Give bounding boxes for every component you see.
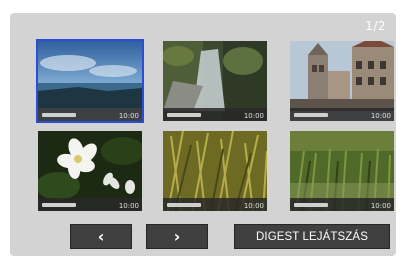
thumbnail-time: 10:00: [370, 112, 391, 120]
thumbnail-1[interactable]: 10:00: [36, 39, 144, 123]
digest-playback-label: DIGEST LEJÁTSZÁS: [256, 230, 368, 243]
date-label: [294, 113, 328, 117]
date-label: [42, 203, 76, 207]
thumbnail-4[interactable]: 10:00: [38, 131, 142, 211]
thumbnail-info-bar: 10:00: [38, 198, 142, 211]
chevron-left-icon: ‹: [97, 226, 105, 246]
thumbnail-time: 10:00: [370, 202, 391, 210]
date-label: [167, 113, 201, 117]
playback-index-screen: 1/2 10:00 10:00 10:00 10:00 10:00 10:00 …: [10, 13, 396, 256]
thumbnail-2[interactable]: 10:00: [163, 41, 267, 121]
thumbnail-time: 10:00: [243, 202, 264, 210]
thumbnail-3[interactable]: 10:00: [290, 41, 394, 121]
next-page-button[interactable]: ›: [146, 224, 208, 249]
page-indicator: 1/2: [365, 19, 386, 33]
date-label: [294, 203, 328, 207]
chevron-right-icon: ›: [173, 226, 181, 246]
thumbnail-info-bar: 10:00: [290, 198, 394, 211]
date-label: [167, 203, 201, 207]
thumbnail-time: 10:00: [118, 202, 139, 210]
thumbnail-info-bar: 10:00: [163, 108, 267, 121]
thumbnail-info-bar: 10:00: [38, 108, 142, 121]
thumbnail-time: 10:00: [118, 112, 139, 120]
thumbnail-6[interactable]: 10:00: [290, 131, 394, 211]
previous-page-button[interactable]: ‹: [70, 224, 132, 249]
thumbnail-info-bar: 10:00: [163, 198, 267, 211]
thumbnail-5[interactable]: 10:00: [163, 131, 267, 211]
date-label: [42, 113, 76, 117]
digest-playback-button[interactable]: DIGEST LEJÁTSZÁS: [234, 224, 390, 249]
thumbnail-info-bar: 10:00: [290, 108, 394, 121]
thumbnail-time: 10:00: [243, 112, 264, 120]
